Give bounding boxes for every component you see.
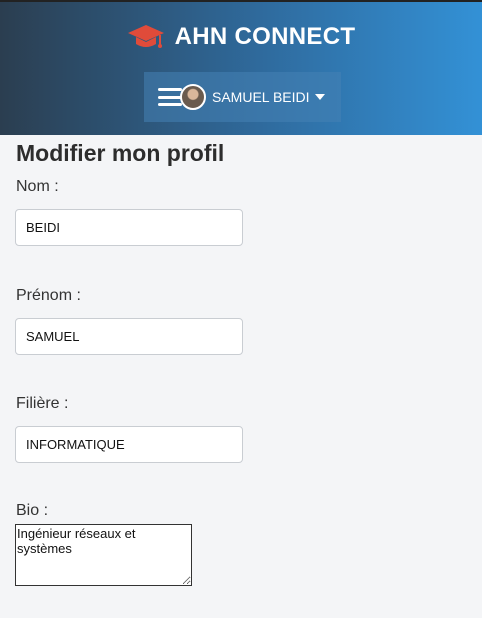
brand-title: AHN CONNECT xyxy=(174,23,356,50)
hamburger-menu-icon[interactable] xyxy=(158,88,182,106)
brand: AHN CONNECT xyxy=(0,22,482,52)
caret-down-icon[interactable] xyxy=(314,94,325,100)
page-title: Modifier mon profil xyxy=(16,140,225,166)
nom-input[interactable] xyxy=(15,209,243,246)
user-name[interactable]: SAMUEL BEIDI xyxy=(212,89,310,105)
filiere-label: Filière : xyxy=(16,395,69,412)
bio-label: Bio : xyxy=(16,502,49,519)
prenom-input[interactable] xyxy=(15,318,243,355)
avatar[interactable] xyxy=(180,84,206,110)
nom-label: Nom : xyxy=(16,178,59,195)
user-menu-bar[interactable]: SAMUEL BEIDI xyxy=(144,72,341,122)
filiere-input[interactable] xyxy=(15,426,243,463)
bio-textarea[interactable]: Ingénieur réseaux et systèmes xyxy=(15,524,192,586)
prenom-label: Prénom : xyxy=(16,287,81,304)
graduation-cap-icon xyxy=(127,25,164,48)
app-header: AHN CONNECT SAMUEL BEIDI xyxy=(0,0,482,135)
